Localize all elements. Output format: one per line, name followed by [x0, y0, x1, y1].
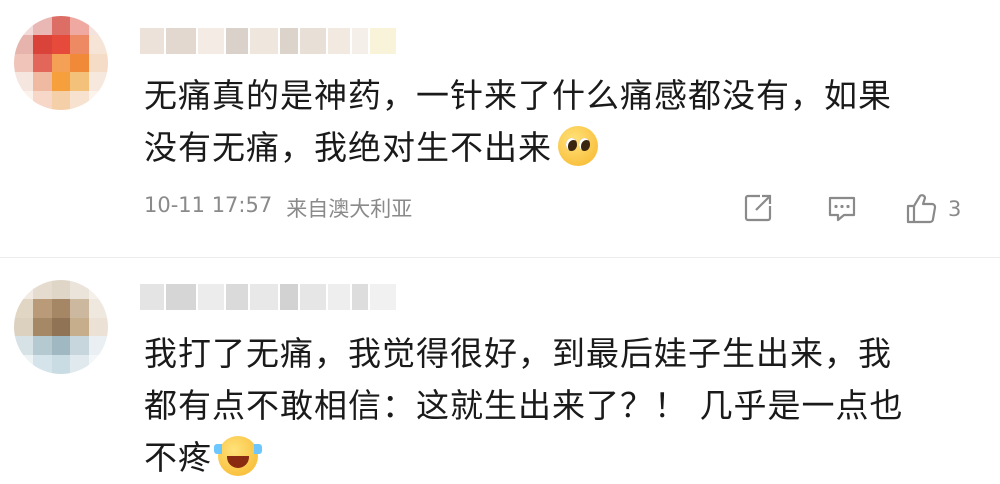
comment-text-line: 都有点不敢相信：这就生出来了？！ 几乎是一点也: [144, 386, 904, 425]
avatar-pixel: [14, 16, 33, 35]
username-blurred[interactable]: [140, 284, 396, 310]
avatar-pixel: [70, 16, 90, 35]
username-blurred[interactable]: [140, 28, 396, 54]
avatar-pixel: [14, 355, 33, 374]
like-button[interactable]: 3: [902, 190, 961, 228]
avatar-pixel: [32, 280, 52, 299]
avatar-pixel: [14, 72, 33, 92]
avatar-pixel: [14, 91, 33, 110]
avatar-pixel: [89, 280, 108, 299]
avatar-pixel: [14, 34, 33, 54]
avatar-pixel: [51, 91, 71, 110]
username-pixel: [140, 28, 164, 54]
comment-actions: 3: [740, 190, 980, 230]
comment-text: 我打了无痛，我觉得很好，到最后娃子生出来，我 都有点不敢相信：这就生出来了？！ …: [144, 328, 974, 484]
username-pixel: [352, 284, 368, 310]
avatar-pixel: [51, 298, 71, 318]
avatar-pixel: [32, 298, 52, 318]
avatar-pixel: [89, 34, 108, 54]
comment-text-line: 没有无痛，我绝对生不出来: [144, 122, 974, 174]
avatar-pixel: [51, 72, 71, 92]
avatar-pixel: [32, 336, 52, 356]
username-pixel: [250, 284, 278, 310]
comment-item: 我打了无痛，我觉得很好，到最后娃子生出来，我 都有点不敢相信：这就生出来了？！ …: [0, 258, 1000, 481]
comment-time: 10-11 17:57: [144, 193, 273, 217]
comment-text-line: 无痛真的是神药，一针来了什么痛感都没有，如果: [144, 76, 892, 115]
comment-text-fragment: 没有无痛，我绝对生不出来: [144, 128, 552, 167]
avatar[interactable]: [14, 280, 108, 374]
username-pixel: [300, 284, 326, 310]
username-pixel: [352, 28, 368, 54]
username-pixel: [370, 28, 396, 54]
avatar-pixel: [89, 317, 108, 337]
avatar-pixel: [32, 355, 52, 374]
avatar-pixel: [70, 91, 90, 110]
avatar-pixel: [32, 34, 52, 54]
username-pixel: [140, 284, 164, 310]
username-pixel: [300, 28, 326, 54]
username-pixel: [198, 284, 224, 310]
avatar-pixel: [89, 91, 108, 110]
avatar-pixel: [32, 16, 52, 35]
share-button[interactable]: [740, 190, 776, 226]
username-pixel: [250, 28, 278, 54]
avatar-pixel: [89, 355, 108, 374]
avatar-pixel: [70, 34, 90, 54]
username-pixel: [166, 28, 196, 54]
thumbs-up-icon: [906, 194, 937, 224]
comment-text-fragment: 不疼: [144, 438, 212, 477]
username-pixel: [226, 284, 248, 310]
username-pixel: [370, 284, 396, 310]
username-pixel: [280, 28, 298, 54]
avatar-pixel: [51, 336, 71, 356]
like-count: 3: [948, 197, 962, 221]
avatar-pixel: [70, 317, 90, 337]
avatar-pixel: [14, 53, 33, 73]
avatar-pixel: [51, 34, 71, 54]
avatar-pixel: [70, 280, 90, 299]
share-icon: [744, 194, 772, 222]
comment-meta: 10-11 17:57 来自澳大利亚: [144, 193, 412, 223]
comment-text-line: 不疼: [144, 432, 974, 484]
comment-text-line: 我打了无痛，我觉得很好，到最后娃子生出来，我: [144, 334, 892, 373]
avatar-pixel: [70, 72, 90, 92]
avatar-pixel: [14, 317, 33, 337]
avatar-pixel: [32, 317, 52, 337]
avatar-pixel: [14, 298, 33, 318]
avatar-pixel: [51, 16, 71, 35]
avatar-pixel: [51, 355, 71, 374]
avatar[interactable]: [14, 16, 108, 110]
avatar-pixel: [32, 91, 52, 110]
avatar-pixel: [32, 72, 52, 92]
avatar-pixel: [14, 336, 33, 356]
username-pixel: [280, 284, 298, 310]
comment-item: 无痛真的是神药，一针来了什么痛感都没有，如果 没有无痛，我绝对生不出来 10-1…: [0, 0, 1000, 258]
comment-button[interactable]: [824, 190, 860, 226]
username-pixel: [166, 284, 196, 310]
pleading-face-emoji-icon: [558, 125, 598, 166]
username-pixel: [328, 284, 350, 310]
username-pixel: [226, 28, 248, 54]
avatar-pixel: [70, 336, 90, 356]
avatar-pixel: [51, 280, 71, 299]
avatar-pixel: [51, 317, 71, 337]
username-pixel: [198, 28, 224, 54]
avatar-pixel: [51, 53, 71, 73]
avatar-pixel: [89, 16, 108, 35]
laughing-crying-emoji-icon: [214, 435, 262, 476]
avatar-pixel: [89, 72, 108, 92]
avatar-pixel: [70, 298, 90, 318]
comment-location: 来自澳大利亚: [286, 197, 413, 221]
avatar-pixel: [70, 355, 90, 374]
avatar-pixel: [89, 298, 108, 318]
avatar-pixel: [70, 53, 90, 73]
comment-bubble-icon: [828, 196, 856, 222]
username-pixel: [328, 28, 350, 54]
avatar-pixel: [89, 336, 108, 356]
comment-text: 无痛真的是神药，一针来了什么痛感都没有，如果 没有无痛，我绝对生不出来: [144, 70, 974, 174]
avatar-pixel: [32, 53, 52, 73]
avatar-pixel: [14, 280, 33, 299]
avatar-pixel: [89, 53, 108, 73]
